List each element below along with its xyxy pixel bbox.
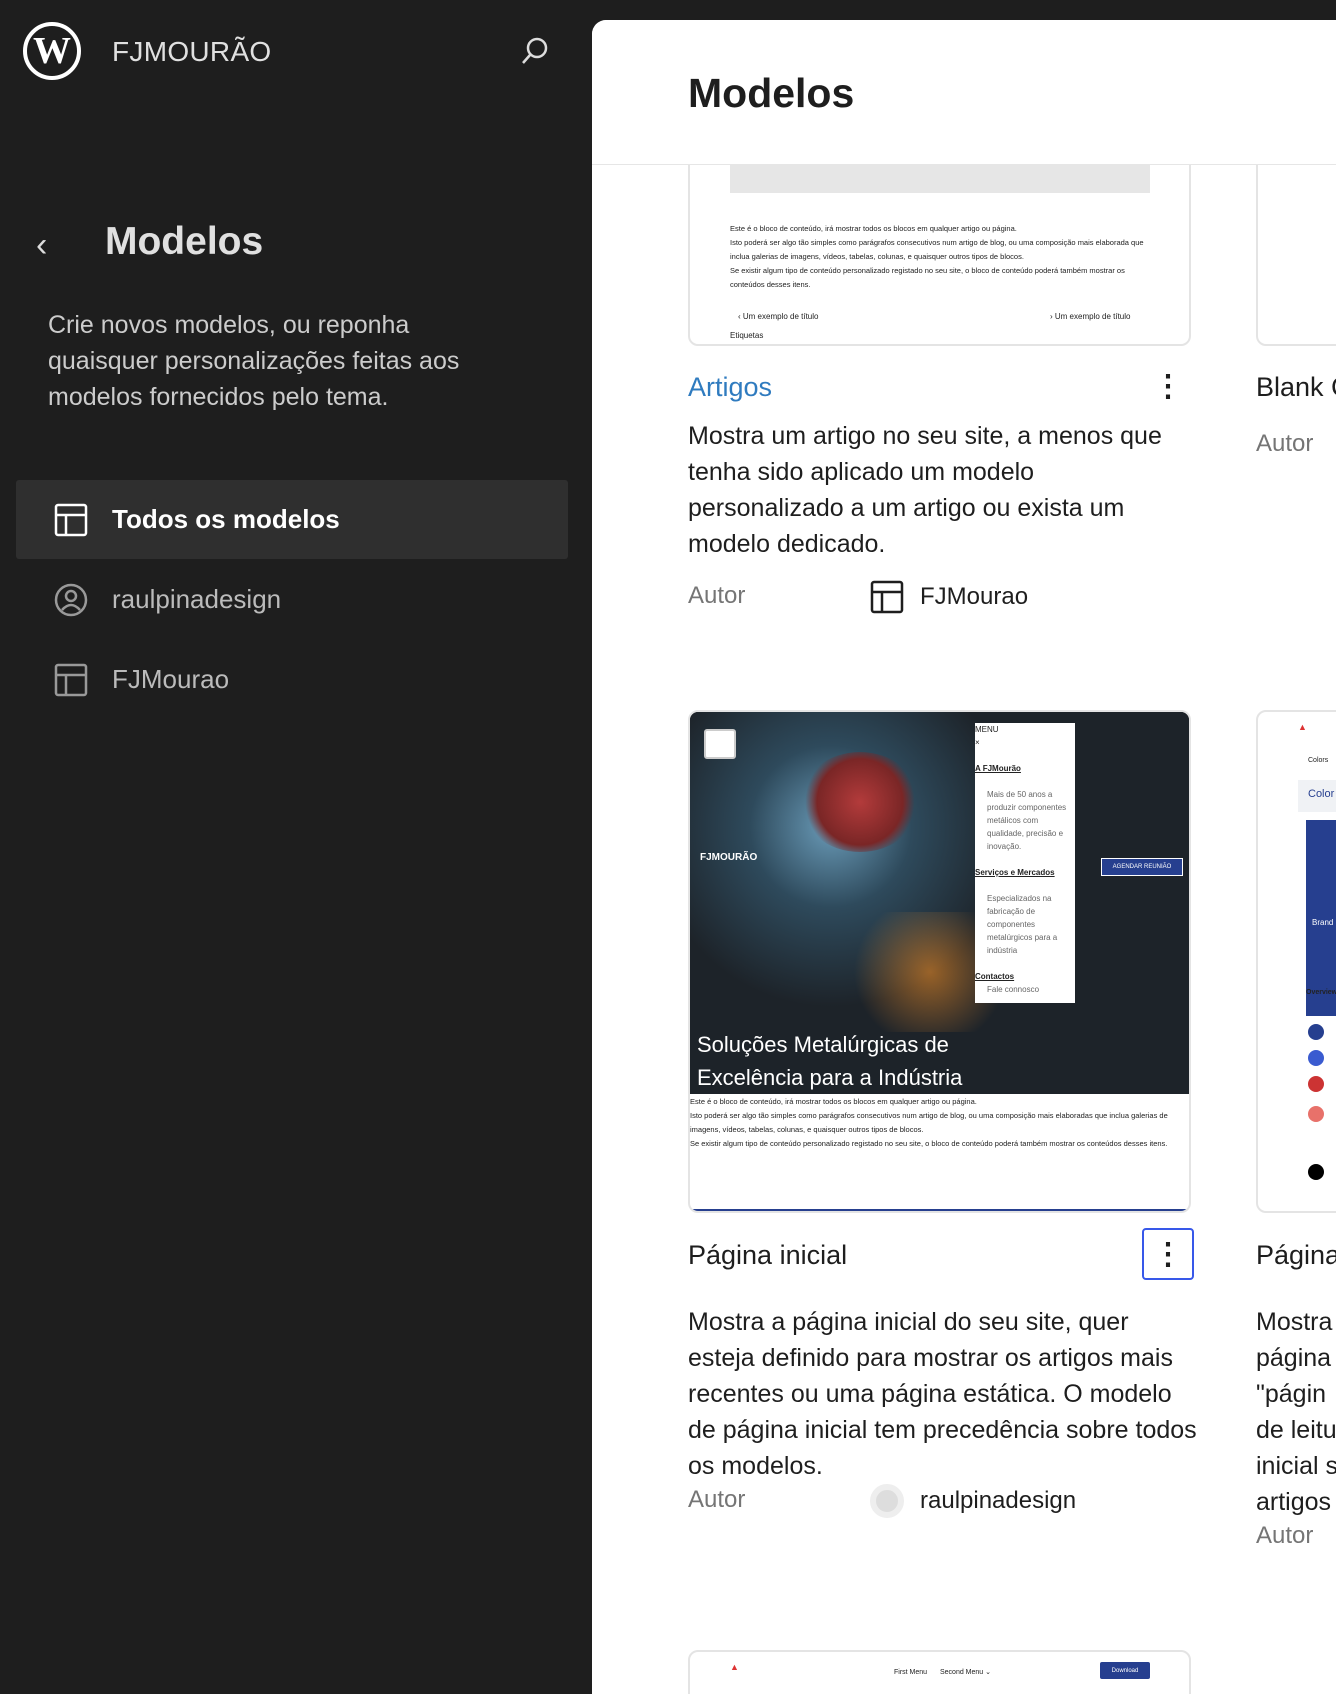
- layout-icon: [54, 663, 88, 696]
- more-options-button[interactable]: ⋮: [1142, 1228, 1194, 1280]
- template-preview-pagina-inicial[interactable]: FJMOURÃO MENU × A FJMourão Mais de 50 an…: [688, 710, 1191, 1213]
- template-title-blank[interactable]: Blank C: [1256, 372, 1336, 403]
- template-title-artigos[interactable]: Artigos: [688, 372, 772, 403]
- tags-label: Etiquetas: [730, 331, 764, 340]
- template-description: Mostra página "págin de leitu inicial s …: [1256, 1308, 1336, 1516]
- preview-text: Este é o bloco de conteúdo, irá mostrar …: [730, 224, 1017, 233]
- wordpress-logo-icon[interactable]: W: [23, 22, 81, 80]
- template-title-pagina[interactable]: Página: [1256, 1240, 1336, 1271]
- author-value: raulpinadesign: [870, 1484, 1076, 1518]
- preview-text: Isto poderá ser algo tão simples como pa…: [730, 238, 1144, 261]
- hero-image: FJMOURÃO MENU × A FJMourão Mais de 50 an…: [690, 712, 1189, 1094]
- template-preview-pagina[interactable]: ▲ Colors Color Brand Overview: [1256, 710, 1336, 1213]
- author-name: FJMourao: [920, 583, 1029, 610]
- preview-download-button: Download: [1100, 1662, 1150, 1679]
- avatar: [870, 1484, 904, 1518]
- preview-text: Se existir algum tipo de conteúdo person…: [730, 266, 1125, 289]
- site-title[interactable]: FJMOURÃO: [112, 36, 272, 68]
- preview-menu-overlay: MENU × A FJMourão Mais de 50 anos a prod…: [975, 723, 1075, 1003]
- sidebar-item-all-templates[interactable]: Todos os modelos: [16, 480, 568, 559]
- preview-heading: Color: [1298, 780, 1336, 812]
- preview-text: Isto poderá ser algo tão simples como pa…: [690, 1111, 1168, 1134]
- user-icon: [54, 583, 88, 616]
- author-label: Autor: [1256, 430, 1314, 457]
- sidebar-item-label: Todos os modelos: [112, 504, 340, 534]
- layout-icon: [870, 580, 904, 614]
- next-post-link: Um exemplo de título: [1054, 312, 1131, 321]
- author-label: Autor: [688, 1486, 746, 1513]
- sidebar-item-fjmourao[interactable]: FJMourao: [16, 640, 568, 719]
- preview-overview: Overview: [1306, 989, 1336, 996]
- main-content: Modelos Este é o bloco de conteúdo, irá …: [592, 20, 1336, 1694]
- sidebar: W FJMOURÃO ‹ Modelos Crie novos modelos,…: [0, 0, 592, 1694]
- author-label: Autor: [688, 582, 746, 609]
- preview-menu-item: First Menu: [894, 1669, 928, 1676]
- hero-heading: Soluções Metalúrgicas de Excelência para…: [697, 1032, 963, 1090]
- more-options-icon[interactable]: ⋮: [1142, 360, 1194, 412]
- menu-item: Contactos: [975, 972, 1015, 981]
- template-preview-3[interactable]: ▲ First Menu Second Menu ⌄ Download: [688, 1650, 1191, 1694]
- menu-item: Especializados na fabricação de componen…: [987, 894, 1058, 955]
- main-header: Modelos: [592, 20, 1336, 165]
- menu-item: Serviços e Mercados: [975, 868, 1055, 877]
- prev-post-link: Um exemplo de título: [742, 312, 819, 321]
- sidebar-description: Crie novos modelos, ou reponha quaisquer…: [48, 311, 460, 411]
- layout-icon: [54, 503, 88, 536]
- menu-label: MENU: [975, 725, 999, 734]
- cta-button: AGENDAR REUNIÃO: [1101, 858, 1183, 876]
- select-checkbox[interactable]: [704, 729, 736, 759]
- brand-logo: FJMOURÃO: [700, 852, 758, 863]
- sidebar-item-label: raulpinadesign: [112, 584, 282, 614]
- author-name: raulpinadesign: [920, 1487, 1077, 1514]
- preview-tab: Colors: [1308, 757, 1329, 764]
- search-icon[interactable]: [520, 36, 550, 66]
- menu-item: Mais de 50 anos a produzir componentes m…: [987, 790, 1067, 851]
- template-description: Mostra um artigo no seu site, a menos qu…: [688, 422, 1162, 558]
- menu-item: Fale connosco: [987, 985, 1040, 994]
- back-chevron-icon[interactable]: ‹: [36, 226, 47, 265]
- author-label: Autor: [1256, 1522, 1314, 1549]
- preview-text: Se existir algum tipo de conteúdo person…: [690, 1139, 1168, 1148]
- author-value: FJMourao: [870, 580, 1028, 614]
- preview-text: Este é o bloco de conteúdo, irá mostrar …: [690, 1097, 977, 1106]
- sidebar-item-raulpinadesign[interactable]: raulpinadesign: [16, 560, 568, 639]
- menu-item: A FJMourão: [975, 764, 1021, 773]
- sidebar-item-label: FJMourao: [112, 664, 230, 694]
- page-title: Modelos: [688, 70, 855, 116]
- template-description: Mostra a página inicial do seu site, que…: [688, 1308, 1197, 1480]
- template-title-pagina-inicial[interactable]: Página inicial: [688, 1240, 847, 1271]
- sidebar-title: Modelos: [105, 220, 264, 263]
- preview-menu-item: Second Menu ⌄: [940, 1669, 992, 1676]
